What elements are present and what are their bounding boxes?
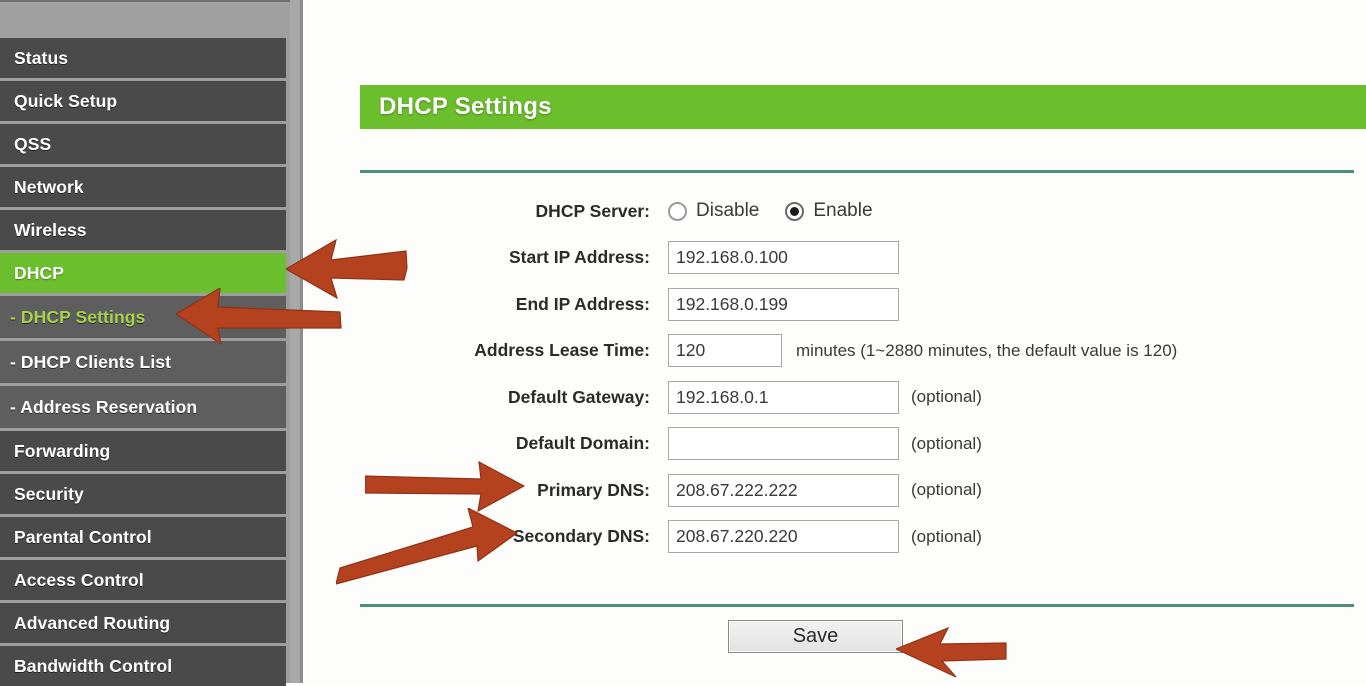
sidebar-item-advanced-routing[interactable]: Advanced Routing <box>0 603 286 643</box>
sidebar-item-bandwidth-control[interactable]: Bandwidth Control <box>0 646 286 686</box>
default-gateway-input[interactable] <box>668 380 899 414</box>
dhcp-settings-form: DHCP Server: Disable Enable Start IP Add… <box>305 188 1366 560</box>
primary-dns-input[interactable] <box>668 473 899 507</box>
sidebar-item-label: Quick Setup <box>14 90 118 111</box>
hint-default-gateway: (optional) <box>911 387 982 407</box>
sidebar-item-dhcp-clients-list[interactable]: - DHCP Clients List <box>0 341 286 383</box>
default-domain-input[interactable] <box>668 427 899 461</box>
sidebar-item-access-control[interactable]: Access Control <box>0 560 286 600</box>
hint-primary-dns: (optional) <box>911 480 982 500</box>
row-dhcp-server: DHCP Server: Disable Enable <box>305 188 1366 235</box>
start-ip-input[interactable] <box>668 241 899 275</box>
label-primary-dns: Primary DNS: <box>537 479 650 500</box>
row-secondary-dns: Secondary DNS: (optional) <box>305 514 1366 561</box>
secondary-dns-input[interactable] <box>668 520 899 554</box>
label-default-gateway: Default Gateway: <box>508 386 650 407</box>
row-end-ip: End IP Address: <box>305 281 1366 328</box>
row-default-gateway: Default Gateway: (optional) <box>305 374 1366 421</box>
sidebar-item-security[interactable]: Security <box>0 474 286 514</box>
label-start-ip: Start IP Address: <box>508 247 650 268</box>
sidebar-item-list: Status Quick Setup QSS Network Wireless DHCP -… <box>0 38 290 686</box>
page-title-text: DHCP Settings <box>379 93 552 120</box>
label-end-ip: End IP Address: <box>515 293 650 314</box>
row-primary-dns: Primary DNS: (optional) <box>305 467 1366 514</box>
row-default-domain: Default Domain: (optional) <box>305 421 1366 468</box>
sidebar-item-network[interactable]: Network <box>0 167 286 207</box>
sidebar-item-label: Forwarding <box>14 440 111 461</box>
sidebar-item-label: - DHCP Clients List <box>10 351 172 372</box>
radio-disable-label: Disable <box>696 200 760 222</box>
sidebar-item-label: Security <box>14 483 84 504</box>
label-secondary-dns: Secondary DNS: <box>512 526 650 547</box>
sidebar-item-label: Advanced Routing <box>14 612 171 633</box>
row-lease-time: Address Lease Time: minutes (1~2880 minu… <box>305 328 1366 375</box>
sidebar-item-label: - Address Reservation <box>10 396 198 417</box>
sidebar-item-label: QSS <box>14 133 52 154</box>
radio-enable-dot[interactable] <box>785 201 805 221</box>
page-title: DHCP Settings <box>360 85 1366 129</box>
divider-top <box>360 170 1354 173</box>
sidebar-item-parental-control[interactable]: Parental Control <box>0 517 286 557</box>
hint-lease-time: minutes (1~2880 minutes, the default val… <box>796 340 1178 360</box>
label-default-domain: Default Domain: <box>515 433 650 454</box>
dhcp-server-radio-group: Disable Enable <box>668 200 873 222</box>
row-start-ip: Start IP Address: <box>305 235 1366 282</box>
radio-disable[interactable]: Disable <box>668 200 759 222</box>
end-ip-input[interactable] <box>668 287 899 321</box>
radio-enable-label: Enable <box>813 200 873 222</box>
sidebar-item-label: Parental Control <box>14 526 152 547</box>
sidebar-item-label: Network <box>14 176 84 197</box>
sidebar-item-dhcp-settings[interactable]: - DHCP Settings <box>0 296 286 338</box>
hint-default-domain: (optional) <box>911 433 982 453</box>
hint-secondary-dns: (optional) <box>911 526 982 546</box>
router-admin-page: Status Quick Setup QSS Network Wireless DHCP -… <box>0 0 1366 686</box>
radio-enable[interactable]: Enable <box>785 200 873 222</box>
sidebar-item-label: DHCP <box>14 262 64 283</box>
sidebar-item-label: Wireless <box>14 219 87 240</box>
sidebar-item-quick-setup[interactable]: Quick Setup <box>0 81 286 121</box>
sidebar-item-label: Bandwidth Control <box>14 655 173 676</box>
radio-disable-dot[interactable] <box>668 201 687 221</box>
sidebar-item-address-reservation[interactable]: - Address Reservation <box>0 386 286 428</box>
sidebar-item-label: - DHCP Settings <box>10 306 146 327</box>
lease-time-input[interactable] <box>668 334 782 368</box>
sidebar-right-gutter <box>290 0 303 683</box>
sidebar-top-strip <box>0 0 290 38</box>
sidebar-item-dhcp[interactable]: DHCP <box>0 253 286 293</box>
sidebar-item-label: Access Control <box>14 569 144 590</box>
sidebar-item-label: Status <box>14 47 69 68</box>
sidebar-item-wireless[interactable]: Wireless <box>0 210 286 250</box>
sidebar-item-qss[interactable]: QSS <box>0 124 286 164</box>
divider-bottom <box>360 604 1354 607</box>
label-lease-time: Address Lease Time: <box>474 340 650 361</box>
sidebar-menu: Status Quick Setup QSS Network Wireless DHCP -… <box>0 38 290 686</box>
sidebar-item-forwarding[interactable]: Forwarding <box>0 431 286 471</box>
sidebar-item-status[interactable]: Status <box>0 38 286 78</box>
label-dhcp-server: DHCP Server: <box>535 200 650 221</box>
save-button[interactable]: Save <box>728 620 903 653</box>
main-content: DHCP Settings DHCP Server: Disable Enabl… <box>305 0 1366 683</box>
